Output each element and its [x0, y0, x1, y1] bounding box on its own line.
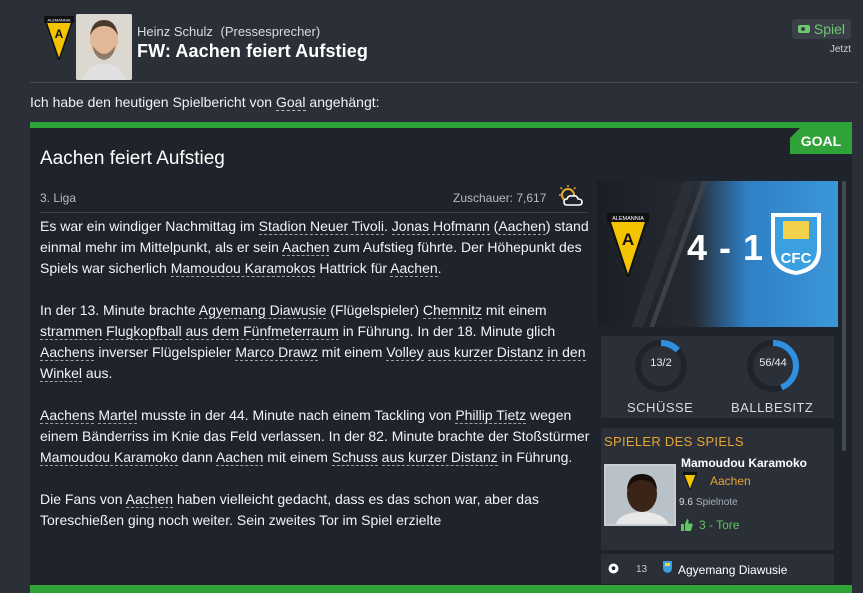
- sender-name: Heinz Schulz: [137, 24, 213, 39]
- ball-icon: [608, 563, 619, 574]
- potm-club[interactable]: Aachen: [710, 474, 751, 488]
- ticket-icon: [797, 25, 810, 33]
- chemnitzer-fc-badge[interactable]: CFC: [767, 211, 825, 277]
- shots-value: 13/2: [650, 357, 672, 369]
- intro-prefix: Ich habe den heutigen Spielbericht von: [30, 94, 276, 110]
- header-divider: [30, 82, 858, 83]
- badge-wordmark: ALEMANNIA: [47, 18, 70, 23]
- possession-value: 56/44: [759, 357, 787, 369]
- match-tag[interactable]: Spiel: [791, 19, 851, 39]
- aachen-club-icon: [683, 472, 697, 490]
- article-paragraph: Die Fans von Aachen haben vielleicht ged…: [40, 491, 539, 528]
- score-panel[interactable]: ALEMANNIA A 4 - 1 CFC: [597, 181, 838, 327]
- player-of-the-match[interactable]: SPIELER DES SPIELS Mamoudou Karamoko Aac…: [601, 428, 834, 550]
- match-report-card: GOAL Aachen feiert Aufstieg 3. Liga Zusc…: [30, 122, 852, 593]
- away-badge-wordmark: CFC: [781, 250, 812, 267]
- goals-text: 3 - Tore: [699, 518, 740, 532]
- thumbs-up-icon: [681, 519, 693, 531]
- source-tag: GOAL: [790, 128, 852, 154]
- intro-suffix: angehängt:: [305, 94, 380, 110]
- event-minute: 13: [636, 564, 648, 575]
- home-badge-wordmark: ALEMANNIA: [612, 216, 644, 222]
- card-bottom-bar: [30, 585, 852, 593]
- meta-divider: [40, 212, 588, 213]
- match-tag-label: Spiel: [813, 21, 845, 37]
- alemannia-aachen-badge[interactable]: ALEMANNIA A: [607, 213, 649, 277]
- sender-role: (Pressesprecher): [220, 24, 321, 39]
- possession-label: BALLBESITZ: [731, 400, 814, 415]
- source-link[interactable]: Goal: [275, 94, 306, 111]
- player-photo[interactable]: [604, 464, 676, 526]
- league-name[interactable]: 3. Liga: [40, 191, 76, 205]
- attendance: Zuschauer: 7,617: [453, 191, 547, 205]
- event-player[interactable]: Agyemang Diawusie: [678, 563, 787, 577]
- match-stats: 13/2 SCHÜSSE 56/44 BALLBESITZ: [601, 336, 834, 418]
- article-body: Es war ein windiger Nachmittag im Stadio…: [40, 216, 590, 552]
- svg-text:A: A: [55, 27, 64, 41]
- shots-label: SCHÜSSE: [627, 400, 694, 415]
- intro-text: Ich habe den heutigen Spielbericht von G…: [30, 94, 380, 111]
- article-title: Aachen feiert Aufstieg: [40, 148, 225, 169]
- chemnitz-club-icon: [663, 561, 672, 573]
- sender: Heinz Schulz (Pressesprecher): [137, 24, 320, 39]
- potm-rating: 9.6 Spielnote: [679, 497, 738, 508]
- alemannia-badge-icon: ALEMANNIA A: [44, 16, 74, 60]
- article-paragraph: Aachens Martel musste in der 44. Minute …: [40, 407, 590, 466]
- potm-name[interactable]: Mamoudou Karamoko: [681, 456, 807, 470]
- article-paragraph: Es war ein windiger Nachmittag im Stadio…: [40, 218, 589, 277]
- rating-label: Spielnote: [695, 497, 738, 508]
- message-header: ALEMANNIA A Heinz Schulz (Pressesprecher…: [0, 0, 863, 84]
- message-time: Jetzt: [829, 44, 851, 55]
- match-event-row[interactable]: 13 Agyemang Diawusie: [601, 554, 834, 584]
- sender-avatar[interactable]: [76, 14, 132, 80]
- partly-cloudy-icon: [559, 185, 583, 206]
- rating-value: 9.6: [679, 497, 693, 508]
- svg-text:A: A: [622, 230, 634, 249]
- side-scrollbar[interactable]: [842, 181, 846, 451]
- message-subject: FW: Aachen feiert Aufstieg: [137, 41, 368, 61]
- potm-goals: 3 - Tore: [681, 518, 739, 532]
- final-score: 4 - 1: [687, 227, 765, 268]
- article-paragraph: In der 13. Minute brachte Agyemang Diawu…: [40, 302, 586, 382]
- potm-title: SPIELER DES SPIELS: [604, 434, 744, 449]
